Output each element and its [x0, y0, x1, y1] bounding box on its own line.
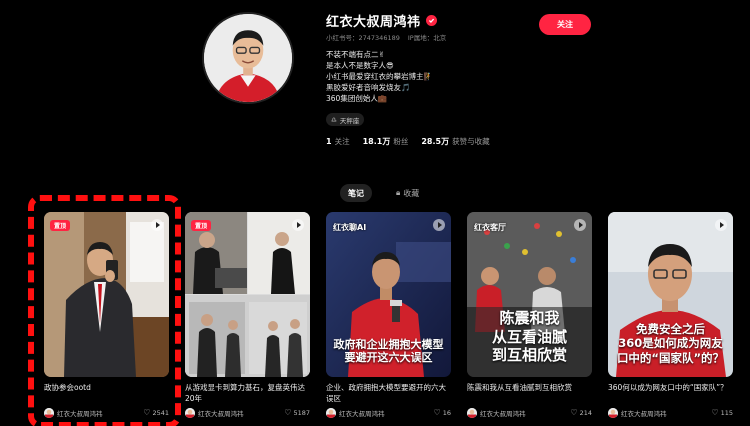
like-button[interactable]: ♡ 2541: [143, 408, 169, 418]
post-cover[interactable]: 置顶: [185, 212, 310, 377]
post-cover[interactable]: 红衣聊AI 政府和企业拥抱大模型 要避开这六大误区: [326, 212, 451, 377]
like-count: 16: [442, 409, 451, 417]
pinned-badge: 置顶: [191, 220, 212, 231]
cover-headline: 陈震和我 从互看油腻 到互相欣赏: [491, 308, 567, 365]
like-button[interactable]: ♡ 214: [570, 408, 592, 418]
author-avatar: [185, 408, 195, 418]
heart-icon: ♡: [570, 408, 578, 417]
profile-avatar[interactable]: [202, 12, 294, 104]
post-cover[interactable]: 红衣客厅 陈震和我 从互看油腻 到互相欣赏: [467, 212, 592, 377]
heart-icon: ♡: [433, 408, 441, 417]
post-title[interactable]: 从游戏显卡到算力基石，复盘英伟达20年: [185, 383, 310, 404]
post-card[interactable]: 免费安全之后 360是如何成为网友 口中的“国家队”的？ 360何以成为网友口中…: [608, 212, 733, 426]
profile-bio: 不装不端有点二✌ 是本人不是数字人😎 小红书最爱穿红衣的攀岩博主🧗 黑胶爱好者音…: [326, 49, 433, 104]
ip-location: IP属地：北京: [407, 34, 447, 42]
tab-label: 收藏: [403, 188, 420, 198]
series-brand: 红衣聊AI: [333, 223, 367, 232]
profile-stats: 1 关注 18.1万 粉丝 28.5万 获赞与收藏: [326, 136, 490, 147]
like-count: 2541: [152, 409, 169, 417]
author-avatar: [326, 408, 336, 418]
author-avatar: [44, 408, 54, 418]
stat-following[interactable]: 1 关注: [326, 136, 350, 147]
post-title[interactable]: 陈震和我从互看油腻到互相欣赏: [467, 383, 592, 404]
stat-likes-collects[interactable]: 28.5万 获赞与收藏: [421, 136, 489, 147]
heart-icon: ♡: [143, 408, 151, 417]
bio-line: 小红书最爱穿红衣的攀岩博主🧗: [326, 72, 433, 81]
stat-label: 粉丝: [393, 137, 409, 146]
like-count: 214: [579, 409, 592, 417]
cover-headline: 免费安全之后 360是如何成为网友 口中的“国家队”的？: [616, 321, 725, 365]
bio-line: 360集团创始人💼: [326, 94, 388, 103]
verified-icon: [425, 15, 437, 26]
author-name: 红衣大叔周鸿祎: [480, 410, 526, 418]
profile-name: 红衣大叔周鸿祎: [326, 11, 437, 30]
post-title[interactable]: 360何以成为网友口中的“国家队”？: [608, 383, 733, 404]
video-play-icon: [292, 219, 304, 231]
heart-icon: ♡: [284, 408, 292, 417]
zodiac-tag-label: 天秤座: [339, 116, 360, 125]
post-card[interactable]: 红衣聊AI 政府和企业拥抱大模型 要避开这六大误区 企业、政府拥抱大模型要避开的…: [326, 212, 451, 426]
stat-label: 获赞与收藏: [452, 137, 490, 146]
post-card[interactable]: 置顶 政协参会ootd 红衣大叔周鸿祎 ♡ 2541: [44, 212, 169, 426]
bio-line: 黑胶爱好者音响发烧友🎵: [326, 83, 411, 92]
stat-value: 18.1万: [362, 137, 391, 146]
like-count: 115: [720, 409, 733, 417]
bio-line: 不装不端有点二✌: [326, 50, 385, 59]
tab-notes[interactable]: 笔记: [340, 184, 372, 202]
author-name: 红衣大叔周鸿祎: [198, 410, 244, 418]
series-brand: 红衣客厅: [474, 223, 506, 232]
post-author[interactable]: 红衣大叔周鸿祎: [185, 408, 244, 418]
post-card[interactable]: 置顶 从游戏显卡到算力基石，复盘英伟达20年 红衣大叔周鸿祎 ♡ 5187: [185, 212, 310, 426]
stat-fans[interactable]: 18.1万 粉丝: [363, 136, 409, 147]
zodiac-tag: ♎ 天秤座: [326, 113, 365, 126]
content-tabs: 笔记 🔒︎ 收藏: [340, 184, 427, 202]
tab-label: 笔记: [348, 188, 364, 198]
post-title[interactable]: 政协参会ootd: [44, 383, 169, 404]
post-cover[interactable]: 免费安全之后 360是如何成为网友 口中的“国家队”的？: [608, 212, 733, 377]
author-avatar: [467, 408, 477, 418]
post-author[interactable]: 红衣大叔周鸿祎: [467, 408, 526, 418]
like-button[interactable]: ♡ 16: [433, 408, 451, 418]
bio-line: 是本人不是数字人😎: [326, 61, 394, 70]
profile-name-text: 红衣大叔周鸿祎: [326, 15, 421, 30]
xhs-id: 小红书号：2747346189: [326, 34, 400, 42]
stat-value: 1: [326, 137, 332, 146]
libra-icon: ♎: [331, 115, 337, 124]
video-play-icon: [715, 219, 727, 231]
like-count: 5187: [293, 409, 310, 417]
profile-meta: 小红书号：2747346189 IP属地：北京: [326, 32, 446, 42]
stat-value: 28.5万: [421, 137, 450, 146]
author-name: 红衣大叔周鸿祎: [621, 410, 667, 418]
pinned-badge: 置顶: [50, 220, 71, 231]
cover-headline: 政府和企业拥抱大模型 要避开这六大误区: [333, 337, 444, 365]
post-author[interactable]: 红衣大叔周鸿祎: [326, 408, 385, 418]
heart-icon: ♡: [711, 408, 719, 417]
post-author[interactable]: 红衣大叔周鸿祎: [44, 408, 103, 418]
stat-label: 关注: [334, 137, 350, 146]
author-name: 红衣大叔周鸿祎: [339, 410, 385, 418]
post-author[interactable]: 红衣大叔周鸿祎: [608, 408, 667, 418]
video-play-icon: [574, 219, 586, 231]
post-title[interactable]: 企业、政府拥抱大模型要避开的六大误区: [326, 383, 451, 404]
follow-button[interactable]: 关注: [539, 14, 591, 35]
like-button[interactable]: ♡ 115: [711, 408, 733, 418]
author-name: 红衣大叔周鸿祎: [57, 410, 103, 418]
video-play-icon: [151, 219, 163, 231]
lock-icon: 🔒︎: [396, 188, 401, 197]
post-cover[interactable]: 置顶: [44, 212, 169, 377]
post-card[interactable]: 红衣客厅 陈震和我 从互看油腻 到互相欣赏 陈震和我从互看油腻到互相欣赏 红衣大…: [467, 212, 592, 426]
author-avatar: [608, 408, 618, 418]
like-button[interactable]: ♡ 5187: [284, 408, 310, 418]
video-play-icon: [433, 219, 445, 231]
tab-collections[interactable]: 🔒︎ 收藏: [388, 184, 427, 202]
